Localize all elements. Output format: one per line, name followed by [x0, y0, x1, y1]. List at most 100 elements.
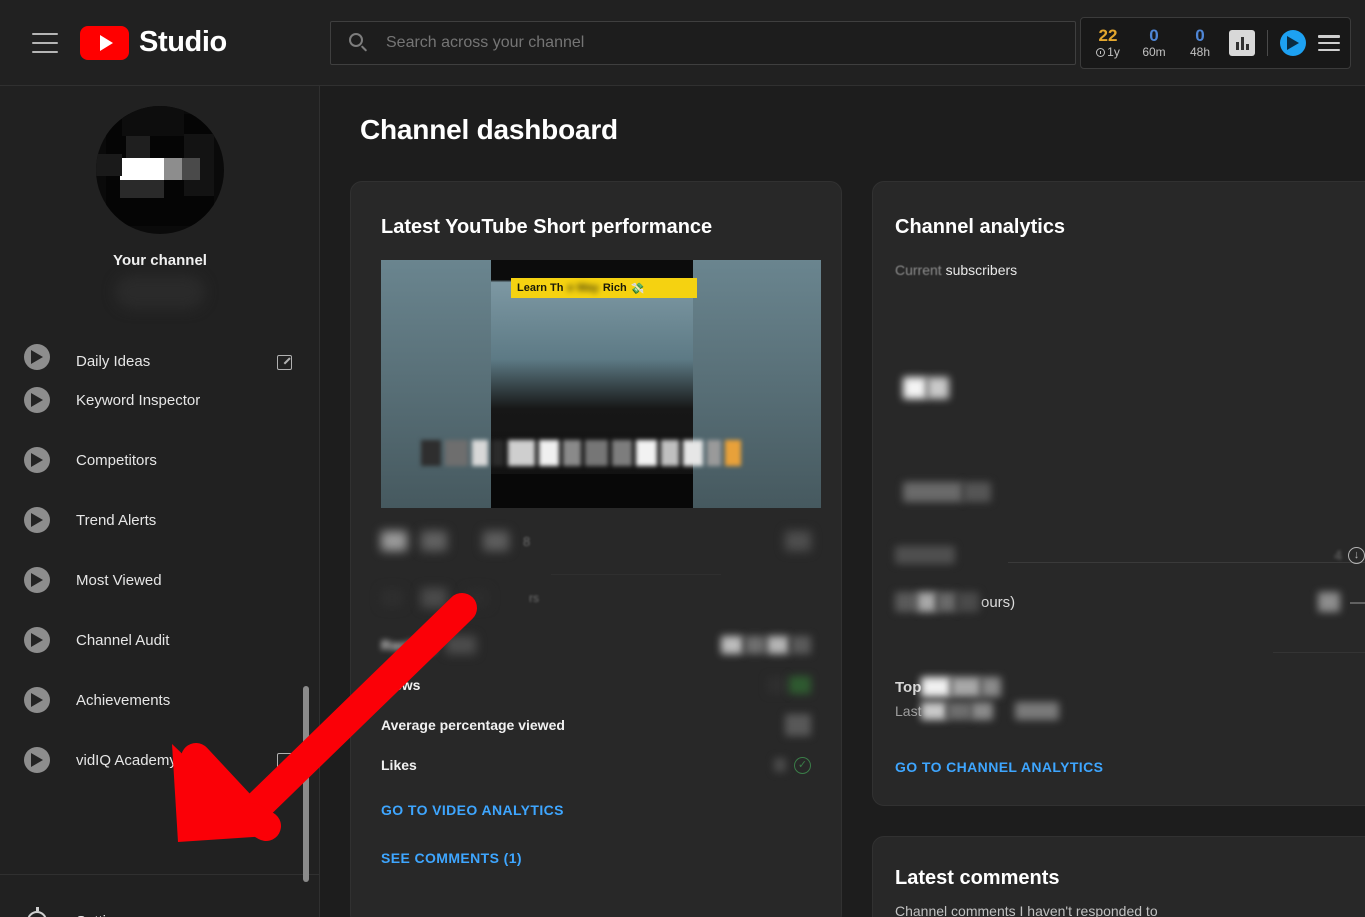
metric-label-avg-percentage-viewed: Average percentage viewed: [381, 717, 565, 733]
sidebar-item-competitors[interactable]: Competitors: [0, 430, 320, 490]
search-icon: [349, 33, 369, 53]
vidiq-icon: [24, 447, 50, 473]
youtube-logo-icon: [80, 25, 129, 60]
search-bar[interactable]: [330, 21, 1076, 65]
analytics-row: 4 ↓: [895, 540, 1365, 570]
sidebar-item-keyword-inspector[interactable]: Keyword Inspector: [0, 370, 320, 430]
metric-label-ranking: Ranking: [381, 637, 437, 653]
analytics-dash: —: [1350, 593, 1365, 611]
channel-avatar[interactable]: [96, 106, 224, 234]
analytics-last-label: Last: [895, 703, 922, 719]
top-navigation-bar: Studio 22 1y 0 60m 0 48h: [0, 0, 1365, 86]
sidebar-item-trend-alerts[interactable]: Trend Alerts: [0, 490, 320, 550]
metric-value-blurred: [767, 676, 811, 694]
metric-row: Likes ✓: [381, 745, 811, 785]
go-to-channel-analytics-link[interactable]: GO TO CHANNEL ANALYTICS: [895, 759, 1103, 775]
banner-suffix: Rich: [602, 282, 627, 294]
vidiq-stat-48h-value: 0: [1195, 26, 1205, 46]
metric-label-views: Views: [381, 677, 421, 693]
analytics-top-row: Top: [895, 677, 1002, 697]
channel-analytics-card: Channel analytics Current subscribers 4 …: [872, 181, 1365, 806]
subscriber-count-blurred: [903, 377, 949, 399]
sidebar-item-label: Most Viewed: [76, 571, 162, 589]
studio-brand-link[interactable]: Studio: [80, 25, 227, 60]
external-link-icon: [277, 752, 292, 768]
external-link-icon: [277, 355, 292, 370]
gear-icon: [24, 907, 50, 917]
analytics-row-label-blurred: [903, 482, 991, 502]
money-emoji-icon: 💸: [630, 282, 645, 295]
brand-label: Studio: [139, 26, 227, 58]
short-stat-fragment: 8: [523, 533, 531, 549]
banner-blurred-text: e Way: [567, 282, 599, 294]
vidiq-stat-1y[interactable]: 22 1y: [1091, 27, 1125, 58]
channel-block[interactable]: Your channel: [0, 86, 320, 309]
sidebar-item-daily-ideas[interactable]: Daily Ideas: [0, 322, 320, 370]
vidiq-stat-1y-value: 22: [1098, 26, 1118, 46]
vidiq-icon: [24, 747, 50, 773]
vidiq-stat-60m[interactable]: 0 60m: [1137, 27, 1171, 58]
card-title: Channel analytics: [895, 216, 1066, 238]
sidebar-scrollbar[interactable]: [303, 686, 309, 882]
short-thumbnail[interactable]: Learn Th e Way Rich 💸: [381, 260, 821, 508]
sidebar: Your channel Daily Ideas Keyword Inspect…: [0, 86, 320, 917]
vidiq-toolbar: 22 1y 0 60m 0 48h: [1080, 17, 1351, 69]
vidiq-icon: [24, 687, 50, 713]
clock-icon: [1096, 48, 1106, 58]
go-to-video-analytics-link[interactable]: GO TO VIDEO ANALYTICS: [381, 802, 564, 818]
vidiq-divider: [1267, 30, 1268, 56]
vidiq-stat-48h-label: 48h: [1189, 45, 1211, 60]
your-channel-label: Your channel: [113, 252, 207, 269]
check-circle-icon: ✓: [794, 756, 811, 774]
sidebar-item-most-viewed[interactable]: Most Viewed: [0, 550, 320, 610]
sidebar-item-label: Channel Audit: [76, 631, 170, 649]
search-input[interactable]: [386, 34, 986, 52]
vidiq-menu-icon[interactable]: [1318, 35, 1340, 51]
latest-comments-card: Latest comments Channel comments I haven…: [872, 836, 1365, 917]
sidebar-divider: [0, 874, 320, 875]
hamburger-menu-icon[interactable]: [32, 32, 58, 53]
thumbnail-banner-text: Learn Th e Way Rich 💸: [511, 278, 697, 298]
sidebar-item-label: Trend Alerts: [76, 511, 157, 529]
latest-short-performance-card: Latest YouTube Short performance Learn T…: [350, 181, 842, 917]
sidebar-item-label: Competitors: [76, 451, 157, 469]
page-title: Channel dashboard: [360, 114, 618, 145]
comments-subtitle: Channel comments I haven't responded to: [895, 903, 1158, 917]
metric-value-blurred: [721, 636, 811, 654]
vidiq-stat-48h[interactable]: 0 48h: [1183, 27, 1217, 58]
metric-value-blurred: [785, 714, 811, 736]
analytics-row-hours-fragment: ours): [981, 593, 1016, 611]
sidebar-item-label: Keyword Inspector: [76, 391, 201, 409]
sidebar-item-settings[interactable]: Settings: [0, 891, 320, 917]
analytics-row-value-fragment: 4: [1334, 547, 1342, 563]
analytics-top-label: Top: [895, 678, 922, 696]
vidiq-icon: [24, 344, 50, 370]
sidebar-item-achievements[interactable]: Achievements: [0, 670, 320, 730]
stats-separator: [551, 574, 721, 575]
vidiq-logo-icon[interactable]: [1280, 30, 1306, 56]
metric-value-likes: ✓: [774, 756, 811, 774]
metric-row: Ranking: [381, 625, 811, 665]
vidiq-stat-60m-value: 0: [1149, 26, 1159, 46]
analytics-row: ours) —: [895, 587, 1365, 617]
bar-chart-icon[interactable]: [1229, 30, 1255, 56]
metric-row: Views: [381, 665, 811, 705]
sidebar-item-channel-audit[interactable]: Channel Audit: [0, 610, 320, 670]
short-stats-row2-blurred: rs: [381, 587, 811, 609]
card-title: Latest comments: [895, 867, 1060, 889]
vidiq-icon: [24, 387, 50, 413]
card-title: Latest YouTube Short performance: [381, 216, 713, 238]
metric-label-likes: Likes: [381, 757, 417, 773]
sidebar-item-label: Settings: [76, 913, 130, 917]
main-content: Channel dashboard Latest YouTube Short p…: [320, 86, 1365, 917]
see-comments-link[interactable]: SEE COMMENTS (1): [381, 850, 522, 866]
sidebar-item-vidiq-academy[interactable]: vidIQ Academy: [0, 730, 320, 790]
sidebar-item-label: Achievements: [76, 691, 171, 709]
sidebar-item-label: vidIQ Academy: [76, 751, 177, 769]
short-stats-row-blurred: 8: [381, 530, 811, 552]
metric-row: Average percentage viewed: [381, 705, 811, 745]
vidiq-stat-60m-label: 60m: [1142, 45, 1166, 60]
banner-prefix: Learn Th: [517, 282, 564, 294]
sidebar-item-label: Daily Ideas: [76, 353, 151, 370]
vidiq-icon: [24, 567, 50, 593]
